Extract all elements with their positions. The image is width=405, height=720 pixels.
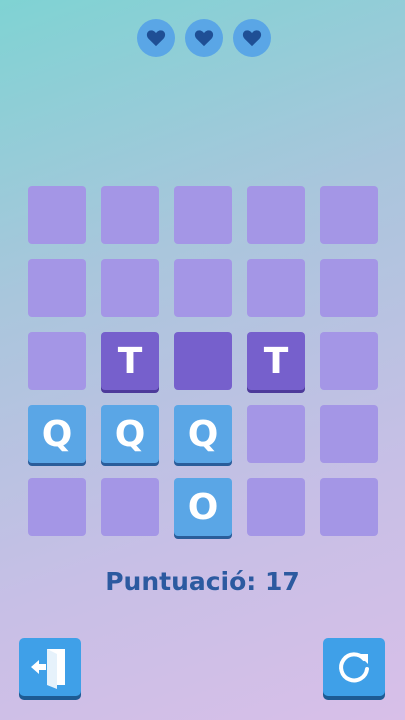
board-cell[interactable] — [320, 478, 378, 536]
board-cell[interactable] — [247, 478, 305, 536]
heart-icon — [242, 30, 262, 47]
board-cell[interactable] — [101, 478, 159, 536]
board-cell[interactable] — [28, 332, 86, 390]
restart-icon — [339, 652, 369, 683]
letter-tile[interactable]: O — [174, 478, 232, 536]
board-cell[interactable] — [28, 259, 86, 317]
life-indicator — [233, 19, 271, 57]
board-cell[interactable] — [174, 186, 232, 244]
exit-button[interactable] — [19, 638, 81, 696]
board-cell[interactable] — [174, 259, 232, 317]
lives-bar — [137, 19, 271, 57]
selected-cell[interactable] — [174, 332, 232, 390]
board-cell[interactable] — [320, 186, 378, 244]
life-indicator — [185, 19, 223, 57]
heart-icon — [146, 30, 166, 47]
letter-tile[interactable]: Q — [174, 405, 232, 463]
board-cell[interactable] — [101, 186, 159, 244]
restart-button[interactable] — [323, 638, 385, 696]
exit-door-icon — [31, 649, 65, 689]
board-cell[interactable] — [101, 259, 159, 317]
life-indicator — [137, 19, 175, 57]
board-cell[interactable] — [247, 186, 305, 244]
board-cell[interactable] — [247, 405, 305, 463]
letter-tile[interactable]: Q — [101, 405, 159, 463]
board-cell[interactable] — [28, 478, 86, 536]
board-cell[interactable] — [28, 186, 86, 244]
board-cell[interactable] — [320, 259, 378, 317]
board-cell[interactable] — [247, 259, 305, 317]
game-board: T T Q Q Q O — [28, 186, 378, 536]
heart-icon — [194, 30, 214, 47]
letter-tile[interactable]: T — [101, 332, 159, 390]
letter-tile[interactable]: Q — [28, 405, 86, 463]
score-label: Puntuació: 17 — [105, 567, 300, 596]
board-cell[interactable] — [320, 405, 378, 463]
board-cell[interactable] — [320, 332, 378, 390]
letter-tile[interactable]: T — [247, 332, 305, 390]
